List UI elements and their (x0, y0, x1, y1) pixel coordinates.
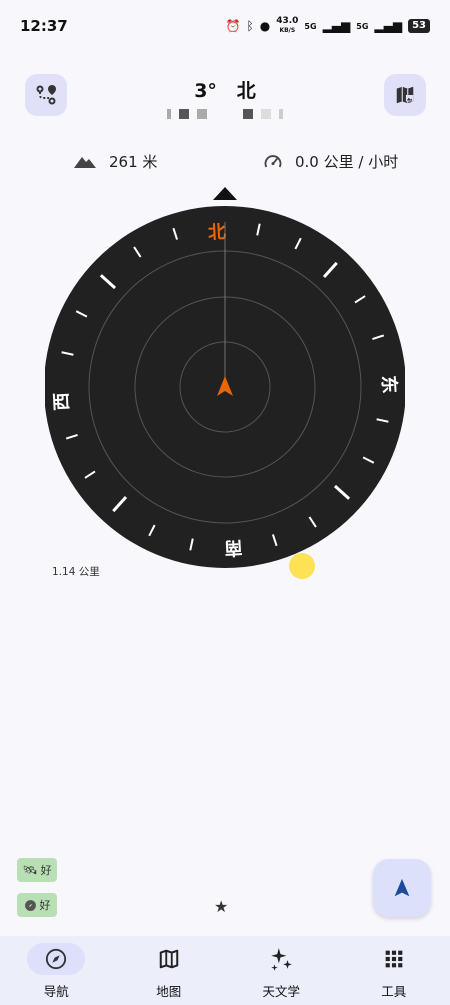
heading-degrees: 3° (194, 80, 217, 102)
altitude-info: 261 米 (73, 151, 157, 172)
heading-direction: 北 (236, 80, 256, 102)
coordinates-redacted (0, 106, 450, 122)
bottom-navigation: 导航 地图 天文学 工具 (0, 936, 450, 1005)
battery-icon: 53 (408, 19, 430, 33)
east-label: 东 (378, 375, 401, 394)
speed-info: 0.0 公里 / 小时 (263, 151, 398, 172)
satellite-status: 好 (40, 864, 52, 877)
signal-label-2: 5G (356, 21, 369, 31)
compass-dial[interactable]: 北 东 南 西 (45, 187, 405, 572)
alarm-icon: ⏰ (225, 19, 241, 33)
bluetooth-icon: ᛒ (246, 19, 254, 33)
south-label: 南 (224, 536, 243, 559)
altitude-value: 261 米 (109, 153, 158, 171)
signal-label-1: 5G (304, 21, 317, 31)
nav-label: 地图 (156, 984, 182, 999)
status-time: 12:37 (20, 17, 68, 35)
sun-marker (289, 553, 315, 579)
mountain-icon (74, 156, 96, 168)
status-bar: 12:37 ⏰ ᛒ ● 43.0 KB/S 5G ▂▄▆ 5G ▂▄▆ 53 (0, 0, 450, 52)
compass-status-chip[interactable]: 好 (17, 893, 57, 917)
distance-label: 1.14 公里 (52, 566, 100, 578)
navigate-fab-button[interactable] (373, 859, 431, 917)
nav-label: 工具 (381, 984, 407, 999)
signal-icon: ▂▄▆ (374, 19, 403, 33)
nav-tab-tools[interactable]: 工具 (338, 936, 450, 1005)
satellite-icon: 🛰 (22, 863, 38, 877)
west-label: 西 (51, 392, 73, 411)
nav-tab-navigation[interactable]: 导航 (0, 936, 113, 1005)
speed-value: 0.0 公里 / 小时 (295, 153, 399, 171)
speedometer-icon (264, 154, 282, 167)
nav-label: 导航 (43, 984, 69, 999)
location-icon: ● (259, 19, 271, 33)
compass-status: 好 (39, 899, 51, 912)
heading-pointer (213, 187, 237, 200)
nav-tab-map[interactable]: 地图 (113, 936, 226, 1005)
grid-icon (385, 950, 403, 968)
compass-icon (24, 899, 36, 911)
net-speed: 43.0 (276, 16, 299, 26)
net-speed-unit: KB/S (279, 27, 296, 34)
satellite-status-chip[interactable]: 🛰 好 (17, 858, 57, 882)
north-label: 北 (207, 222, 226, 244)
signal-icon: ▂▄▆ (322, 19, 351, 33)
heading-readout: 3° 北 (0, 76, 450, 103)
compass-icon (46, 948, 67, 970)
navigation-arrow-icon (394, 878, 410, 897)
nav-label: 天文学 (262, 984, 300, 999)
map-icon (159, 949, 179, 969)
favorite-star-icon[interactable]: ★ (214, 897, 228, 916)
nav-tab-astronomy[interactable]: 天文学 (225, 936, 338, 1005)
sparkles-icon (271, 948, 293, 971)
status-icons: ⏰ ᛒ ● 43.0 KB/S 5G ▂▄▆ 5G ▂▄▆ 53 (226, 17, 430, 35)
